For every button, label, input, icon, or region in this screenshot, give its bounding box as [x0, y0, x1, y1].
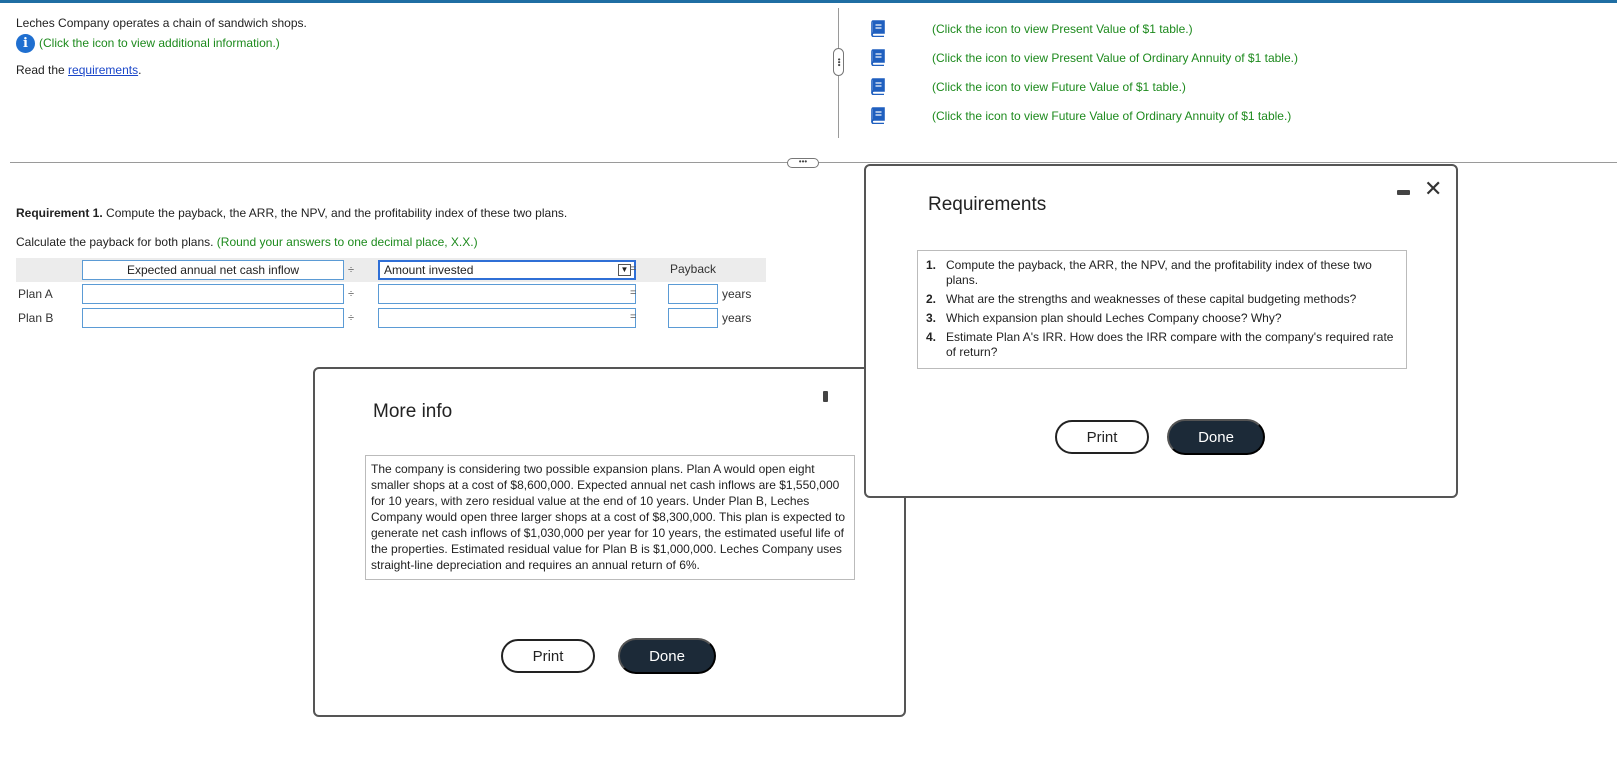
additional-info-link[interactable]: (Click the icon to view additional infor…: [39, 36, 280, 50]
divide-symbol: ÷: [348, 264, 355, 276]
table-link-row: (Click the icon to view Present Value of…: [870, 14, 1610, 43]
requirement-text: Estimate Plan A's IRR. How does the IRR …: [946, 330, 1394, 359]
list-item: 1. Compute the payback, the ARR, the NPV…: [926, 258, 1398, 288]
book-icon[interactable]: [870, 107, 886, 124]
divide-symbol: ÷: [348, 312, 355, 324]
list-item: 3. Which expansion plan should Leches Co…: [926, 311, 1398, 326]
book-icon[interactable]: [870, 20, 886, 37]
more-info-modal: More info The company is considering two…: [313, 367, 906, 717]
requirements-modal: Requirements ✕ 1. Compute the payback, t…: [864, 164, 1458, 498]
calc-instruction-text: Calculate the payback for both plans.: [16, 235, 217, 249]
read-suffix: .: [138, 63, 142, 77]
payback-header: Payback: [670, 262, 717, 276]
print-button[interactable]: Print: [1055, 420, 1149, 454]
rounding-note: (Round your answers to one decimal place…: [216, 235, 478, 249]
problem-intro: Leches Company operates a chain of sandw…: [16, 14, 776, 79]
plan-b-cash-inflow-input[interactable]: [82, 308, 344, 328]
requirements-link[interactable]: requirements: [68, 63, 138, 77]
requirement-1-text: Compute the payback, the ARR, the NPV, a…: [102, 206, 568, 220]
print-button[interactable]: Print: [501, 639, 595, 673]
table-row: Plan B ÷ = years: [16, 306, 766, 330]
calc-table-header: Expected annual net cash inflow ÷ Amount…: [16, 258, 766, 282]
minimize-icon[interactable]: [1397, 190, 1410, 195]
info-icon[interactable]: i: [16, 33, 35, 53]
equals-symbol: =: [630, 287, 637, 299]
requirement-number: 4.: [926, 330, 937, 344]
table-link-row: (Click the icon to view Future Value of …: [870, 72, 1610, 101]
calc-instruction: Calculate the payback for both plans. (R…: [16, 233, 567, 251]
top-accent-rule: [0, 0, 1617, 3]
plan-a-amount-invested-input[interactable]: [378, 284, 636, 304]
vertical-resize-handle[interactable]: •••: [833, 48, 844, 76]
divide-symbol: ÷: [348, 288, 355, 300]
amount-invested-select[interactable]: Amount invested ▼: [378, 260, 636, 280]
requirement-text: Which expansion plan should Leches Compa…: [946, 311, 1282, 325]
list-item: 4. Estimate Plan A's IRR. How does the I…: [926, 330, 1398, 360]
requirement-number: 1.: [926, 258, 937, 272]
future-value-table-link[interactable]: (Click the icon to view Future Value of …: [932, 80, 1186, 94]
requirements-list: 1. Compute the payback, the ARR, the NPV…: [917, 250, 1407, 369]
present-value-table-link[interactable]: (Click the icon to view Present Value of…: [932, 22, 1193, 36]
amount-invested-selected: Amount invested: [384, 263, 474, 277]
pv-annuity-table-link[interactable]: (Click the icon to view Present Value of…: [932, 51, 1298, 65]
plan-b-payback-input[interactable]: [668, 308, 718, 328]
requirement-number: 2.: [926, 292, 937, 306]
plan-b-unit: years: [722, 311, 752, 325]
plan-a-label: Plan A: [18, 287, 53, 301]
more-info-title: More info: [373, 401, 453, 422]
close-icon[interactable]: ✕: [1424, 178, 1442, 200]
additional-info-row: i (Click the icon to view additional inf…: [16, 33, 776, 53]
more-info-text: The company is considering two possible …: [365, 455, 855, 580]
plan-a-unit: years: [722, 287, 752, 301]
book-icon[interactable]: [870, 78, 886, 95]
equals-symbol: =: [630, 311, 637, 323]
list-item: 2. What are the strengths and weaknesses…: [926, 292, 1398, 307]
plan-a-cash-inflow-input[interactable]: [82, 284, 344, 304]
requirements-title: Requirements: [928, 194, 1047, 215]
fv-annuity-table-link[interactable]: (Click the icon to view Future Value of …: [932, 109, 1291, 123]
done-button[interactable]: Done: [618, 638, 716, 674]
cash-inflow-header[interactable]: Expected annual net cash inflow: [82, 260, 344, 280]
book-icon[interactable]: [870, 49, 886, 66]
plan-b-label: Plan B: [18, 311, 54, 325]
requirement-1-section: Requirement 1. Compute the payback, the …: [16, 204, 567, 251]
company-description: Leches Company operates a chain of sandw…: [16, 16, 307, 30]
table-link-row: (Click the icon to view Future Value of …: [870, 101, 1610, 130]
requirement-1-heading: Requirement 1. Compute the payback, the …: [16, 204, 567, 222]
reference-tables-list: (Click the icon to view Present Value of…: [870, 14, 1610, 130]
table-row: Plan A ÷ = years: [16, 282, 766, 306]
plan-a-payback-input[interactable]: [668, 284, 718, 304]
table-link-row: (Click the icon to view Present Value of…: [870, 43, 1610, 72]
requirement-1-label: Requirement 1.: [16, 206, 103, 220]
read-requirements-line: Read the requirements.: [16, 61, 776, 79]
requirement-number: 3.: [926, 311, 937, 325]
requirement-text: What are the strengths and weaknesses of…: [946, 292, 1357, 306]
minimize-icon[interactable]: [823, 391, 828, 402]
read-prefix: Read the: [16, 63, 69, 77]
requirement-text: Compute the payback, the ARR, the NPV, a…: [946, 258, 1372, 287]
payback-calc-table: Expected annual net cash inflow ÷ Amount…: [16, 258, 766, 330]
equals-symbol: =: [630, 263, 637, 275]
plan-b-amount-invested-input[interactable]: [378, 308, 636, 328]
done-button[interactable]: Done: [1167, 419, 1265, 455]
horizontal-resize-handle[interactable]: •••: [787, 158, 819, 168]
